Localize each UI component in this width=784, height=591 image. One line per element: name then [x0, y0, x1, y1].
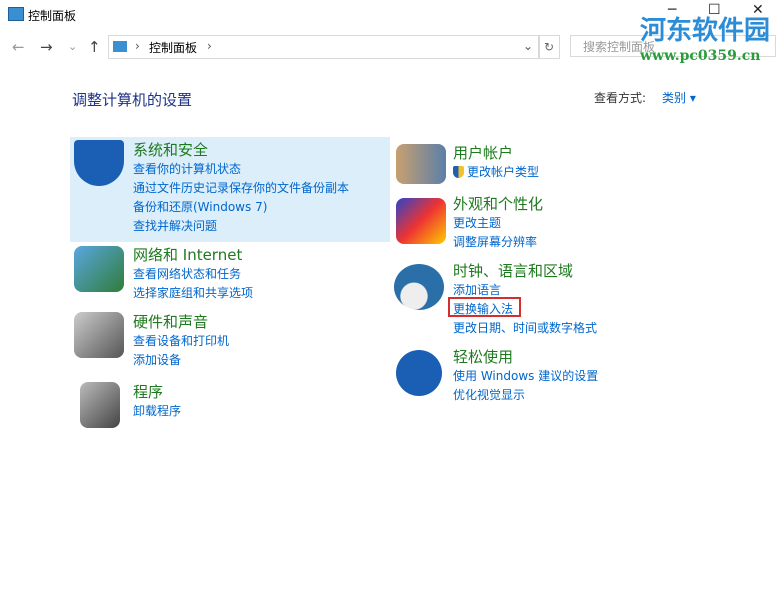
link[interactable]: 备份和还原(Windows 7) — [133, 198, 349, 217]
category-system-security[interactable]: 系统和安全 — [133, 139, 349, 160]
category-ease-of-access[interactable]: 轻松使用 — [453, 346, 598, 367]
control-panel-icon — [8, 7, 24, 21]
view-by-label: 查看方式: — [594, 91, 647, 105]
breadcrumb-separator: › — [135, 39, 140, 53]
breadcrumb-separator[interactable]: › — [207, 39, 212, 53]
link[interactable]: 使用 Windows 建议的设置 — [453, 367, 598, 386]
appearance-icon — [396, 198, 446, 244]
link[interactable]: 查找并解决问题 — [133, 217, 349, 236]
window-title: 控制面板 — [28, 9, 77, 23]
network-icon — [74, 246, 124, 292]
recent-locations-button[interactable]: ⌄ — [68, 40, 77, 53]
link[interactable]: 选择家庭组和共享选项 — [133, 284, 253, 303]
control-panel-icon — [113, 41, 127, 52]
highlight-box — [448, 297, 521, 317]
link[interactable]: 调整屏幕分辨率 — [453, 233, 543, 252]
category-programs[interactable]: 程序 — [133, 381, 181, 402]
link[interactable]: 更改主题 — [453, 214, 543, 233]
category-hardware-sound[interactable]: 硬件和声音 — [133, 311, 229, 332]
up-button[interactable]: ↑ — [88, 38, 101, 56]
link[interactable]: 通过文件历史记录保存你的文件备份副本 — [133, 179, 349, 198]
user-accounts-icon — [396, 144, 446, 184]
view-by-dropdown[interactable]: 类别 ▾ — [662, 89, 696, 106]
address-dropdown-icon[interactable]: ⌄ — [523, 39, 533, 53]
clock-globe-icon — [394, 264, 444, 310]
link[interactable]: 查看设备和打印机 — [133, 332, 229, 351]
uac-shield-icon — [453, 166, 464, 178]
page-title: 调整计算机的设置 — [72, 91, 193, 109]
link[interactable]: 查看网络状态和任务 — [133, 265, 253, 284]
link[interactable]: 查看你的计算机状态 — [133, 160, 349, 179]
printer-icon — [74, 312, 124, 358]
link[interactable]: 添加设备 — [133, 351, 229, 370]
forward-button[interactable]: → — [40, 38, 53, 56]
link[interactable]: 更改帐户类型 — [453, 163, 539, 182]
ease-of-access-icon — [396, 350, 442, 396]
back-button[interactable]: ← — [12, 38, 25, 56]
category-clock-language-region[interactable]: 时钟、语言和区域 — [453, 260, 597, 281]
link[interactable]: 更改日期、时间或数字格式 — [453, 319, 597, 338]
watermark-logo: 河东软件园 — [640, 16, 771, 46]
refresh-button[interactable]: ↻ — [538, 35, 560, 59]
address-bar[interactable]: › 控制面板 › ⌄ — [108, 35, 540, 59]
link[interactable]: 卸载程序 — [133, 402, 181, 421]
category-appearance[interactable]: 外观和个性化 — [453, 193, 543, 214]
breadcrumb-control-panel[interactable]: 控制面板 — [149, 39, 197, 56]
category-network[interactable]: 网络和 Internet — [133, 244, 253, 265]
link-label: 更改帐户类型 — [467, 165, 540, 179]
programs-icon — [80, 382, 120, 428]
link[interactable]: 优化视觉显示 — [453, 386, 598, 405]
category-user-accounts[interactable]: 用户帐户 — [453, 142, 539, 163]
watermark-url: www.pc0359.cn — [640, 48, 761, 64]
